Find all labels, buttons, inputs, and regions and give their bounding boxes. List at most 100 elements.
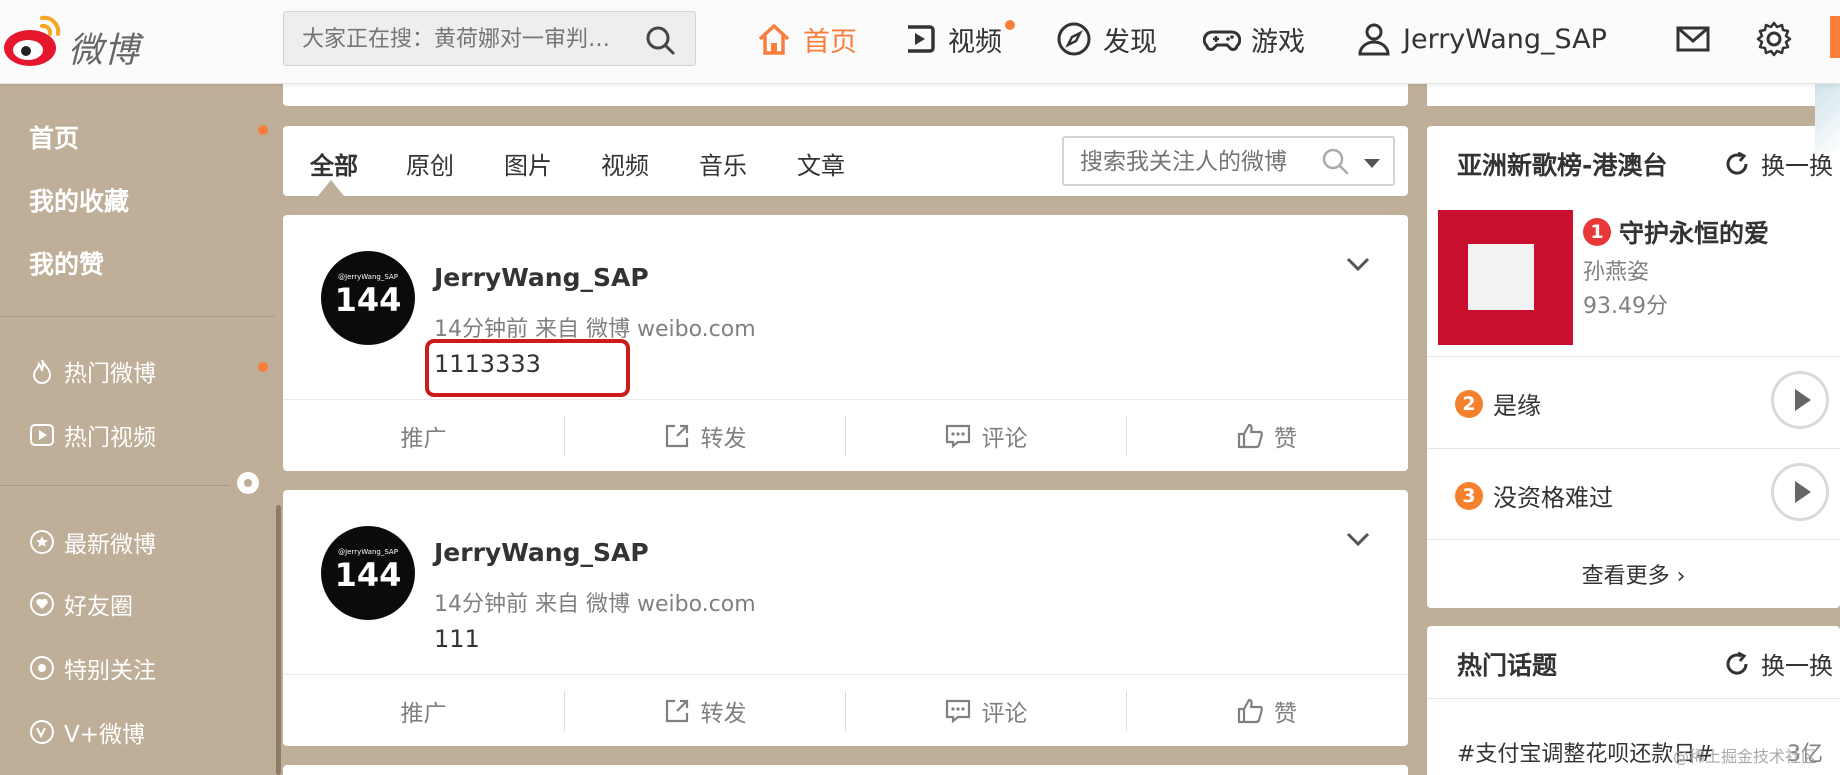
chevron-down-icon[interactable] bbox=[1364, 159, 1380, 168]
sidebar-item-hot-video[interactable]: 热门视频 bbox=[29, 418, 156, 452]
repost-button[interactable]: 转发 bbox=[564, 675, 845, 747]
video-badge-dot bbox=[1005, 20, 1015, 30]
sidebar-item-favorites[interactable]: 我的收藏 bbox=[29, 182, 129, 218]
feed-search[interactable] bbox=[1062, 136, 1395, 186]
highlight-box bbox=[425, 339, 630, 397]
promote-label: 推广 bbox=[400, 426, 447, 452]
gamepad-icon bbox=[1203, 30, 1241, 51]
sidebar-item-vplus[interactable]: V+微博 bbox=[29, 715, 145, 749]
avatar[interactable]: @JerryWang_SAP 144 bbox=[321, 251, 415, 345]
search-icon[interactable] bbox=[1321, 147, 1349, 175]
nav-home[interactable]: 首页 bbox=[755, 10, 857, 68]
nav-discover[interactable]: 发现 bbox=[1055, 10, 1157, 68]
nav-profile[interactable]: JerryWang_SAP bbox=[1355, 10, 1607, 68]
feed-post: @JerryWang_SAP 144 JerryWang_SAP 14分钟前 来… bbox=[283, 490, 1408, 746]
share-icon bbox=[665, 699, 688, 723]
hot-topics-refresh[interactable]: 换一换 bbox=[1723, 646, 1833, 681]
repost-button[interactable]: 转发 bbox=[564, 400, 845, 472]
like-label: 赞 bbox=[1274, 701, 1297, 727]
comment-button[interactable]: 评论 bbox=[845, 400, 1126, 472]
avatar-handle: @JerryWang_SAP bbox=[338, 548, 398, 556]
row-divider bbox=[1427, 448, 1840, 449]
tab-articles[interactable]: 文章 bbox=[797, 146, 845, 181]
album-art-image bbox=[1468, 244, 1534, 310]
heart-icon bbox=[30, 592, 54, 616]
tab-videos[interactable]: 视频 bbox=[601, 146, 649, 181]
sidebar-hot-weibo-label: 热门微博 bbox=[64, 361, 156, 387]
sidebar-item-friends[interactable]: 好友圈 bbox=[29, 587, 133, 621]
like-button[interactable]: 赞 bbox=[1126, 400, 1407, 472]
nav-profile-label: JerryWang_SAP bbox=[1403, 23, 1607, 55]
promote-button[interactable]: 推广 bbox=[283, 400, 564, 472]
avatar-number: 144 bbox=[334, 281, 402, 319]
play-button[interactable] bbox=[1771, 371, 1829, 429]
mail-icon[interactable] bbox=[1676, 22, 1710, 56]
top-song-score: 93.49分 bbox=[1583, 294, 1668, 319]
repost-label: 转发 bbox=[700, 426, 747, 452]
tab-music[interactable]: 音乐 bbox=[699, 146, 747, 181]
post-meta: 14分钟前 来自 微博 weibo.com bbox=[434, 592, 756, 617]
sidebar-item-home[interactable]: 首页 bbox=[29, 119, 79, 155]
play-button[interactable] bbox=[1771, 463, 1829, 521]
sidebar-divider bbox=[0, 316, 275, 317]
comment-button[interactable]: 评论 bbox=[845, 675, 1126, 747]
gear-icon[interactable] bbox=[1755, 20, 1793, 58]
comment-label: 评论 bbox=[981, 426, 1028, 452]
nav-games[interactable]: 游戏 bbox=[1203, 10, 1305, 68]
song-chart-card: 亚洲新歌榜-港澳台 换一换 1 守护永恒的爱 孙燕姿 93.49分 2 是缘 3… bbox=[1427, 126, 1840, 608]
weibo-logo[interactable]: 微博 bbox=[2, 8, 172, 72]
chevron-down-icon[interactable] bbox=[1343, 249, 1373, 279]
chevron-down-icon[interactable] bbox=[1343, 524, 1373, 554]
sidebar-item-latest[interactable]: 最新微博 bbox=[29, 525, 156, 559]
nav-video[interactable]: 视频 bbox=[900, 10, 1002, 68]
active-tab-indicator bbox=[318, 180, 344, 196]
thumbs-up-icon bbox=[1237, 698, 1263, 724]
sidebar-item-special[interactable]: 特别关注 bbox=[29, 651, 156, 685]
target-icon bbox=[30, 656, 54, 680]
album-cover[interactable] bbox=[1438, 210, 1573, 345]
flame-icon bbox=[32, 359, 52, 384]
rank-badge: 1 bbox=[1583, 218, 1611, 246]
top-song[interactable]: 1 守护永恒的爱 bbox=[1583, 214, 1769, 250]
post-author[interactable]: JerryWang_SAP bbox=[434, 538, 649, 567]
compass-icon bbox=[1057, 22, 1091, 56]
feed-search-input[interactable] bbox=[1080, 147, 1310, 177]
thumbs-up-icon bbox=[1237, 423, 1263, 449]
sidebar-latest-label: 最新微博 bbox=[64, 532, 156, 558]
top-song-artist[interactable]: 孙燕姿 bbox=[1583, 254, 1649, 286]
see-more-link[interactable]: 查看更多 › bbox=[1427, 558, 1840, 590]
tab-original[interactable]: 原创 bbox=[406, 146, 454, 181]
v-plus-icon bbox=[30, 720, 54, 744]
global-search[interactable] bbox=[283, 11, 696, 66]
global-search-input[interactable] bbox=[302, 22, 638, 56]
comment-icon bbox=[945, 424, 970, 449]
sidebar-item-likes[interactable]: 我的赞 bbox=[29, 245, 104, 281]
promote-button[interactable]: 推广 bbox=[283, 675, 564, 747]
promote-label: 推广 bbox=[400, 701, 447, 727]
song-title: 是缘 bbox=[1493, 392, 1541, 420]
search-icon[interactable] bbox=[645, 25, 675, 55]
tab-images[interactable]: 图片 bbox=[504, 146, 552, 181]
like-button[interactable]: 赞 bbox=[1126, 675, 1407, 747]
sidebar-item-hot-weibo[interactable]: 热门微博 bbox=[29, 354, 156, 388]
tab-all[interactable]: 全部 bbox=[310, 146, 358, 181]
compose-card-edge bbox=[283, 84, 1408, 106]
post-action-bar: 推广 转发 评论 赞 bbox=[283, 399, 1408, 471]
repost-label: 转发 bbox=[700, 701, 747, 727]
watermark: @稀土掘金技术社区 bbox=[1673, 747, 1818, 766]
weibo-page: 微博 首页 视频 bbox=[0, 0, 1840, 775]
song-item[interactable]: 2 是缘 bbox=[1455, 386, 1541, 421]
rank-badge: 3 bbox=[1455, 481, 1483, 510]
post-author[interactable]: JerryWang_SAP bbox=[434, 263, 649, 292]
song-item[interactable]: 3 没资格难过 bbox=[1455, 478, 1613, 513]
sidebar-hot-video-label: 热门视频 bbox=[64, 425, 156, 451]
video-icon bbox=[908, 25, 935, 53]
sidebar-settings-icon[interactable] bbox=[235, 470, 261, 496]
sidebar-scrollbar[interactable] bbox=[276, 505, 281, 775]
song-title: 没资格难过 bbox=[1493, 484, 1613, 512]
nav-games-label: 游戏 bbox=[1251, 26, 1305, 58]
post-action-bar: 推广 转发 评论 赞 bbox=[283, 674, 1408, 746]
compose-button-edge[interactable] bbox=[1830, 16, 1840, 58]
avatar[interactable]: @JerryWang_SAP 144 bbox=[321, 526, 415, 620]
nav-discover-label: 发现 bbox=[1103, 26, 1157, 58]
